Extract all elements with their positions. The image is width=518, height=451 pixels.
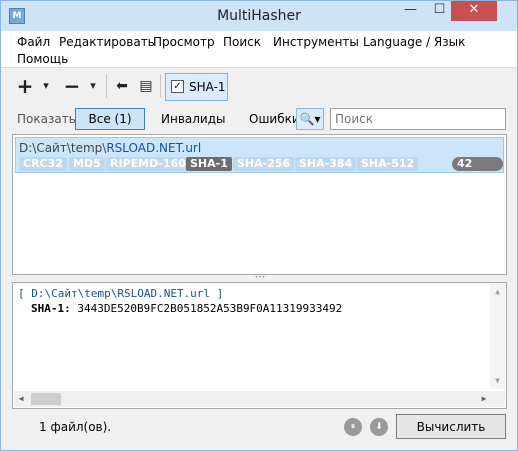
scroll-right-icon[interactable]: ▶ xyxy=(477,391,491,407)
toolbar-divider xyxy=(160,74,161,98)
filter-invalid-button[interactable]: Инвалиды xyxy=(161,112,226,126)
menu-search[interactable]: Поиск xyxy=(223,35,261,49)
menu-tools[interactable]: Инструменты xyxy=(273,35,359,49)
maximize-icon[interactable]: ☐ xyxy=(426,1,453,21)
search-input[interactable] xyxy=(330,108,506,130)
undo-arrow-icon[interactable]: ⬅ xyxy=(111,75,133,97)
hash-label: SHA-1: xyxy=(31,302,71,315)
horizontal-scrollbar[interactable]: ◀ ▶ xyxy=(14,391,491,407)
filter-bar: Показать Все (1) Инвалиды Ошибки 🔍▾ xyxy=(1,103,517,133)
scroll-down-icon[interactable]: ▼ xyxy=(490,375,505,387)
scroll-left-icon[interactable]: ◀ xyxy=(14,391,28,407)
hash-value: 3443DE520B9FC2B051852A53B9F0A11319933492 xyxy=(77,302,343,315)
menu-language[interactable]: Language / Язык xyxy=(363,35,465,49)
remove-files-icon[interactable]: − xyxy=(62,75,82,97)
add-files-icon[interactable]: + xyxy=(15,75,35,97)
clear-list-icon[interactable]: ▤ xyxy=(135,75,157,97)
title-bar[interactable]: M MultiHasher — ☐ ✕ xyxy=(1,1,517,31)
file-size-badge: 42 байт xyxy=(452,157,503,184)
sha1-toggle-label: SHA-1 xyxy=(189,80,226,94)
close-icon[interactable]: ✕ xyxy=(451,1,497,21)
minimize-icon[interactable]: — xyxy=(397,1,424,21)
compute-button[interactable]: Вычислить xyxy=(396,414,506,439)
main-window: M MultiHasher — ☐ ✕ Файл Редактировать П… xyxy=(0,0,518,451)
menu-file[interactable]: Файл xyxy=(17,35,50,49)
badge-md5: MD5 xyxy=(69,157,105,171)
badge-sha256: SHA-256 xyxy=(233,157,295,171)
badge-sha512: SHA-512 xyxy=(357,157,419,171)
search-options-icon[interactable]: 🔍▾ xyxy=(296,108,324,130)
sha1-checkbox[interactable]: ✓ xyxy=(171,80,184,93)
file-directory: D:\Сайт\temp\ xyxy=(19,141,107,155)
menu-help[interactable]: Помощь xyxy=(17,52,68,66)
menu-edit[interactable]: Редактировать xyxy=(59,35,155,49)
hash-details-panel[interactable]: [ D:\Сайт\temp\RSLOAD.NET.url ] SHA-1: 3… xyxy=(12,282,507,409)
remove-dropdown-icon[interactable]: ▾ xyxy=(86,75,100,97)
status-bar: 1 файл(ов). ⏸ ⬇ Вычислить xyxy=(1,411,517,451)
file-list-item[interactable]: D:\Сайт\temp\RSLOAD.NET.url CRC32 MD5 RI… xyxy=(15,137,504,184)
badge-crc32: CRC32 xyxy=(19,157,67,171)
filter-errors-button[interactable]: Ошибки xyxy=(249,112,300,126)
vertical-scrollbar[interactable]: ▲ ▼ xyxy=(490,284,505,389)
horizontal-scroll-thumb[interactable] xyxy=(31,393,61,405)
scroll-up-icon[interactable]: ▲ xyxy=(490,286,505,298)
show-label: Показать xyxy=(17,112,76,126)
panel-splitter-grip[interactable]: ••• xyxy=(252,275,268,281)
menu-view[interactable]: Просмотр xyxy=(153,35,215,49)
toolbar: + ▾ − ▾ ⬅ ▤ ✓ SHA-1 xyxy=(1,67,517,104)
file-list[interactable]: D:\Сайт\temp\RSLOAD.NET.url CRC32 MD5 RI… xyxy=(12,134,507,275)
details-file-path: [ D:\Сайт\temp\RSLOAD.NET.url ] xyxy=(18,287,224,300)
pause-icon[interactable]: ⏸ xyxy=(344,418,362,436)
file-name: RSLOAD.NET.url xyxy=(106,141,202,155)
badge-sha384: SHA-384 xyxy=(295,157,357,171)
add-dropdown-icon[interactable]: ▾ xyxy=(39,75,53,97)
stop-icon[interactable]: ⬇ xyxy=(370,418,388,436)
file-path: D:\Сайт\temp\RSLOAD.NET.url xyxy=(19,141,201,155)
menu-bar: Файл Редактировать Просмотр Поиск Инстру… xyxy=(1,31,517,67)
toolbar-divider xyxy=(106,74,107,98)
badge-ripemd160: RIPEMD-160 xyxy=(106,157,190,171)
filter-all-button[interactable]: Все (1) xyxy=(75,108,145,130)
details-hash-line: SHA-1: 3443DE520B9FC2B051852A53B9F0A1131… xyxy=(31,302,342,315)
sha1-toggle-button[interactable]: ✓ SHA-1 xyxy=(165,73,228,101)
badge-sha1: SHA-1 xyxy=(186,157,232,171)
scrollbar-corner xyxy=(490,391,505,407)
file-count-status: 1 файл(ов). xyxy=(39,420,112,434)
